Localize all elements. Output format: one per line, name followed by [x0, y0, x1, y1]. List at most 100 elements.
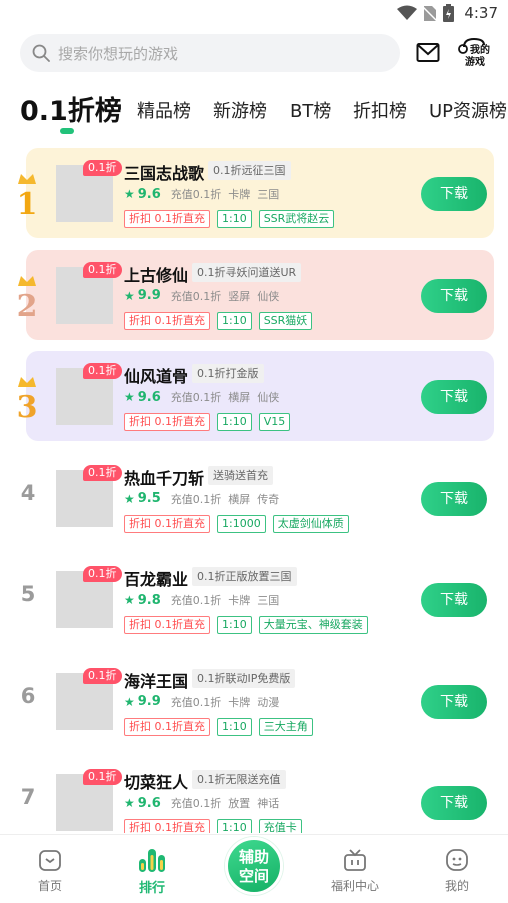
bottom-navigation: 首页 排行 辅助 空间 福利中心 我的 — [0, 834, 508, 903]
meta-category: 仙侠 — [257, 391, 280, 404]
meta-recharge: 充值0.1折 — [170, 594, 222, 607]
star-icon: ★ — [124, 491, 135, 506]
game-meta: ★ 9.6 充值0.1折 横屏 仙侠 — [124, 389, 286, 405]
discount-badge: 0.1折 — [83, 667, 122, 684]
game-name[interactable]: 百龙霸业 — [124, 566, 188, 590]
game-list-item[interactable]: 2 0.1折 上古修仙 0.1折寻妖问道送UR ★ 9.9 充值0.1折 竖屏 仙侠… — [0, 249, 508, 340]
game-list-item[interactable]: 4 0.1折 热血千刀斩 送骑送首充 ★ 9.5 充值0.1折 横屏 传奇 折扣 0.… — [0, 453, 508, 543]
game-subtitle: 0.1折远征三国 — [208, 161, 291, 180]
search-icon — [32, 44, 50, 62]
game-list-item[interactable]: 1 0.1折 三国志战歌 0.1折远征三国 ★ 9.6 充值0.1折 卡牌 三国 折… — [0, 148, 508, 238]
download-button[interactable]: 下载 — [421, 786, 487, 820]
game-tags: 折扣 0.1折直充 1:1000 太虚剑仙体质 — [124, 514, 349, 533]
game-tag: 折扣 0.1折直充 — [124, 413, 210, 431]
star-icon: ★ — [124, 288, 135, 303]
mail-icon[interactable] — [416, 42, 440, 64]
status-bar: 4:37 — [0, 0, 508, 30]
download-button[interactable]: 下载 — [421, 278, 487, 313]
game-tag: 折扣 0.1折直充 — [124, 819, 210, 833]
star-icon: ★ — [124, 593, 135, 607]
discount-badge: 0.1折 — [83, 566, 122, 582]
meta-recharge: 充值0.1折 — [170, 492, 222, 506]
game-tag: SSR武将赵云 — [258, 210, 335, 228]
game-subtitle: 送骑送首充 — [208, 465, 273, 485]
rank-number: 6 — [20, 683, 36, 708]
tab-rebate-ranking[interactable]: 折扣榜 — [353, 97, 407, 123]
meta-orientation-or-genre: 卡牌 — [228, 594, 251, 607]
game-subtitle: 0.1折无限送充值 — [192, 770, 286, 789]
game-subtitle: 0.1折正版放置三国 — [192, 567, 297, 586]
discount-badge: 0.1折 — [83, 769, 122, 785]
download-button[interactable]: 下载 — [421, 583, 487, 617]
download-button[interactable]: 下载 — [421, 380, 487, 414]
game-tag: SSR猫妖 — [258, 311, 313, 330]
profile-face-icon — [446, 849, 468, 871]
game-tag: 1:10 — [217, 819, 252, 833]
game-tags: 折扣 0.1折直充 1:10 SSR猫妖 — [124, 311, 313, 330]
game-tag: 太虚剑仙体质 — [272, 514, 349, 533]
game-ranking-list[interactable]: 1 0.1折 三国志战歌 0.1折远征三国 ★ 9.6 充值0.1折 卡牌 三国 折… — [0, 148, 508, 833]
assist-space-button[interactable]: 辅助 空间 — [225, 837, 283, 895]
game-list-item[interactable]: 5 0.1折 百龙霸业 0.1折正版放置三国 ★ 9.8 充值0.1折 卡牌 三国 折… — [0, 554, 508, 644]
game-tag: 1:10 — [217, 210, 252, 228]
game-list-item[interactable]: 6 0.1折 海洋王国 0.1折联动IP免费版 ★ 9.9 充值0.1折 卡牌 动漫 … — [0, 656, 508, 746]
search-input[interactable]: 搜索你想玩的游戏 — [20, 34, 400, 72]
game-tags: 折扣 0.1折直充 1:10 大量元宝、神级套装 — [124, 616, 368, 634]
tab-up-resource-ranking[interactable]: UP资源榜 — [429, 97, 507, 123]
game-tag: 1:10 — [217, 311, 252, 330]
assist-space-line1: 辅助 — [238, 848, 269, 866]
game-meta: ★ 9.5 充值0.1折 横屏 传奇 — [124, 491, 286, 507]
tab-premium-ranking[interactable]: 精品榜 — [137, 97, 191, 123]
game-meta: ★ 9.6 充值0.1折 放置 神话 — [124, 795, 286, 811]
game-tags: 折扣 0.1折直充 1:10 V15 — [124, 413, 291, 431]
rank-number: 2 — [17, 289, 38, 320]
game-tag: 折扣 0.1折直充 — [124, 514, 210, 533]
game-tag: 折扣 0.1折直充 — [124, 616, 210, 634]
discount-badge: 0.1折 — [83, 261, 122, 278]
game-tag: 大量元宝、神级套装 — [258, 616, 368, 634]
tab-discount-ranking[interactable]: 0.1折榜 — [20, 89, 122, 128]
game-score: 9.6 — [137, 795, 161, 811]
star-icon: ★ — [124, 187, 135, 201]
game-name[interactable]: 三国志战歌 — [124, 160, 204, 184]
game-list-item[interactable]: 3 0.1折 仙风道骨 0.1折打金版 ★ 9.6 充值0.1折 横屏 仙侠 折扣 … — [0, 351, 508, 441]
download-button[interactable]: 下载 — [421, 177, 487, 211]
nav-ranking-label: 排行 — [138, 881, 165, 896]
meta-recharge: 充值0.1折 — [170, 289, 222, 303]
rank-number: 7 — [20, 785, 36, 809]
my-games-button[interactable]: 我的 游戏 — [456, 37, 492, 69]
discount-badge: 0.1折 — [83, 464, 122, 481]
meta-orientation-or-genre: 卡牌 — [228, 695, 251, 709]
game-name[interactable]: 海洋王国 — [124, 668, 188, 692]
search-row: 搜索你想玩的游戏 我的 游戏 — [20, 34, 490, 74]
game-tag: V15 — [258, 413, 291, 431]
nav-welfare-center[interactable]: 福利中心 — [320, 847, 390, 894]
home-icon — [39, 850, 61, 871]
meta-orientation-or-genre: 卡牌 — [228, 188, 251, 201]
tab-new-games-ranking[interactable]: 新游榜 — [213, 97, 267, 123]
game-name[interactable]: 热血千刀斩 — [124, 465, 204, 489]
meta-category: 动漫 — [257, 695, 280, 709]
wifi-icon — [397, 5, 418, 20]
nav-ranking[interactable]: 排行 — [117, 847, 187, 896]
game-name[interactable]: 切菜狂人 — [124, 769, 188, 793]
nav-home[interactable]: 首页 — [15, 847, 85, 894]
game-list-item[interactable]: 7 0.1折 切菜狂人 0.1折无限送充值 ★ 9.6 充值0.1折 放置 神话 折扣… — [0, 757, 508, 833]
game-name[interactable]: 仙风道骨 — [124, 363, 188, 387]
download-button[interactable]: 下载 — [421, 481, 487, 516]
tab-bt-ranking[interactable]: BT榜 — [290, 97, 331, 123]
meta-category: 传奇 — [257, 492, 280, 506]
game-tag: 折扣 0.1折直充 — [124, 717, 210, 736]
game-name[interactable]: 上古修仙 — [124, 262, 188, 286]
game-meta: ★ 9.8 充值0.1折 卡牌 三国 — [124, 592, 286, 608]
game-score: 9.9 — [137, 694, 161, 709]
star-icon: ★ — [124, 796, 135, 810]
game-tag: 1:10 — [217, 717, 252, 736]
gift-tv-icon — [344, 849, 366, 871]
meta-orientation-or-genre: 横屏 — [228, 492, 251, 506]
rank-crown-icon: 1 — [17, 174, 37, 218]
game-score: 9.6 — [137, 389, 161, 405]
nav-mine[interactable]: 我的 — [422, 847, 492, 894]
download-button[interactable]: 下载 — [421, 684, 487, 719]
discount-badge: 0.1折 — [83, 160, 122, 176]
